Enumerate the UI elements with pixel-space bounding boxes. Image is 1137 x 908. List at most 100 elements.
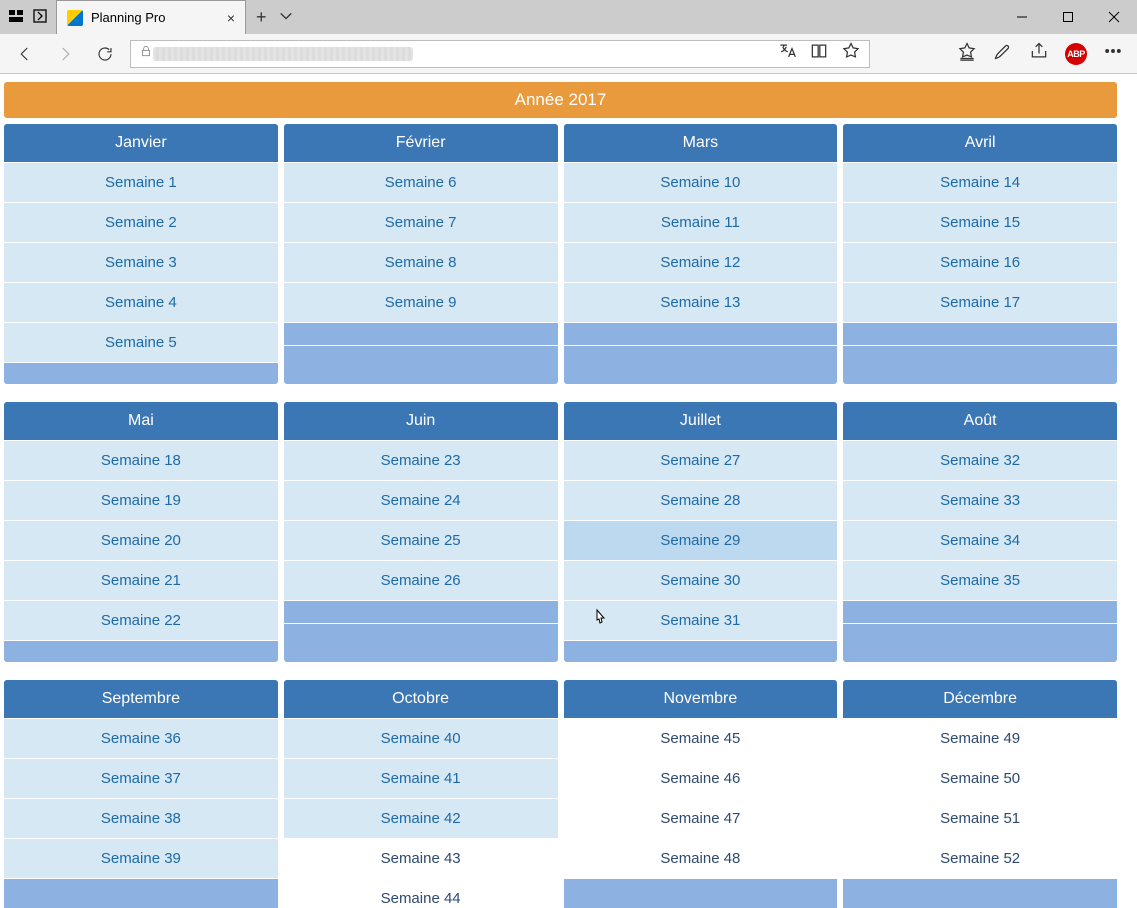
back-button[interactable] <box>10 39 40 69</box>
week-link[interactable]: Semaine 10 <box>564 162 838 202</box>
week-link[interactable]: Semaine 28 <box>564 480 838 520</box>
month-header: Décembre <box>843 680 1117 718</box>
week-link[interactable]: Semaine 30 <box>564 560 838 600</box>
week-link[interactable]: Semaine 12 <box>564 242 838 282</box>
week-link[interactable]: Semaine 14 <box>843 162 1117 202</box>
week-empty <box>4 878 278 901</box>
browser-tab-planning-pro[interactable]: Planning Pro × <box>56 0 246 34</box>
favorites-hub-icon[interactable] <box>957 41 977 66</box>
month-column: OctobreSemaine 40Semaine 41Semaine 42Sem… <box>284 680 558 908</box>
week-link[interactable]: Semaine 23 <box>284 440 558 480</box>
week-link[interactable]: Semaine 9 <box>284 282 558 322</box>
week-link[interactable]: Semaine 42 <box>284 798 558 838</box>
week-link: Semaine 43 <box>284 838 558 878</box>
week-empty <box>843 878 1117 901</box>
translate-icon[interactable] <box>777 41 797 66</box>
month-bottom-pad <box>284 345 558 367</box>
adblock-icon[interactable]: ABP <box>1065 43 1087 65</box>
more-icon[interactable] <box>1103 41 1123 66</box>
ink-icon[interactable] <box>993 41 1013 66</box>
month-bottom-pad <box>843 345 1117 367</box>
week-link[interactable]: Semaine 35 <box>843 560 1117 600</box>
month-column: JanvierSemaine 1Semaine 2Semaine 3Semain… <box>4 124 278 384</box>
week-link: Semaine 45 <box>564 718 838 758</box>
month-column: NovembreSemaine 45Semaine 46Semaine 47Se… <box>564 680 838 908</box>
week-link[interactable]: Semaine 29 <box>564 520 838 560</box>
week-link: Semaine 44 <box>284 878 558 908</box>
forward-button[interactable] <box>50 39 80 69</box>
taskview-icon[interactable] <box>8 8 24 27</box>
week-link[interactable]: Semaine 5 <box>4 322 278 362</box>
week-link[interactable]: Semaine 31 <box>564 600 838 640</box>
week-link[interactable]: Semaine 3 <box>4 242 278 282</box>
tabs-chevron-icon[interactable] <box>279 9 293 26</box>
new-tab-icon[interactable]: + <box>256 7 267 28</box>
week-link[interactable]: Semaine 26 <box>284 560 558 600</box>
week-link[interactable]: Semaine 6 <box>284 162 558 202</box>
reading-view-icon[interactable] <box>809 41 829 66</box>
month-column: JuinSemaine 23Semaine 24Semaine 25Semain… <box>284 402 558 662</box>
week-link[interactable]: Semaine 16 <box>843 242 1117 282</box>
week-link[interactable]: Semaine 24 <box>284 480 558 520</box>
week-link[interactable]: Semaine 7 <box>284 202 558 242</box>
month-header: Février <box>284 124 558 162</box>
week-link[interactable]: Semaine 41 <box>284 758 558 798</box>
week-link[interactable]: Semaine 8 <box>284 242 558 282</box>
week-link: Semaine 46 <box>564 758 838 798</box>
close-tab-icon[interactable]: × <box>227 10 235 26</box>
week-link[interactable]: Semaine 25 <box>284 520 558 560</box>
week-link[interactable]: Semaine 22 <box>4 600 278 640</box>
year-header: Année 2017 <box>4 82 1117 118</box>
month-bottom-pad <box>4 362 278 384</box>
lock-icon <box>139 44 153 63</box>
week-link[interactable]: Semaine 1 <box>4 162 278 202</box>
refresh-button[interactable] <box>90 39 120 69</box>
window-controls <box>999 0 1137 34</box>
close-button[interactable] <box>1091 0 1137 34</box>
month-column: FévrierSemaine 6Semaine 7Semaine 8Semain… <box>284 124 558 384</box>
week-empty <box>284 600 558 623</box>
week-link[interactable]: Semaine 38 <box>4 798 278 838</box>
minimize-button[interactable] <box>999 0 1045 34</box>
month-header: Octobre <box>284 680 558 718</box>
tab-title: Planning Pro <box>91 10 219 25</box>
week-link[interactable]: Semaine 17 <box>843 282 1117 322</box>
month-bottom-pad <box>564 345 838 367</box>
week-link[interactable]: Semaine 33 <box>843 480 1117 520</box>
week-link: Semaine 49 <box>843 718 1117 758</box>
week-link[interactable]: Semaine 13 <box>564 282 838 322</box>
month-header: Juillet <box>564 402 838 440</box>
month-column: MaiSemaine 18Semaine 19Semaine 20Semaine… <box>4 402 278 662</box>
week-link[interactable]: Semaine 4 <box>4 282 278 322</box>
week-link[interactable]: Semaine 21 <box>4 560 278 600</box>
week-link[interactable]: Semaine 34 <box>843 520 1117 560</box>
month-header: Mai <box>4 402 278 440</box>
week-link[interactable]: Semaine 2 <box>4 202 278 242</box>
week-link: Semaine 50 <box>843 758 1117 798</box>
month-header: Novembre <box>564 680 838 718</box>
week-link[interactable]: Semaine 18 <box>4 440 278 480</box>
week-link[interactable]: Semaine 39 <box>4 838 278 878</box>
maximize-button[interactable] <box>1045 0 1091 34</box>
month-bottom-pad <box>284 623 558 645</box>
setaside-icon[interactable] <box>32 8 48 27</box>
share-icon[interactable] <box>1029 41 1049 66</box>
week-link[interactable]: Semaine 19 <box>4 480 278 520</box>
month-bottom-pad <box>564 640 838 662</box>
month-column: AoûtSemaine 32Semaine 33Semaine 34Semain… <box>843 402 1117 662</box>
week-link[interactable]: Semaine 37 <box>4 758 278 798</box>
week-link[interactable]: Semaine 15 <box>843 202 1117 242</box>
week-link[interactable]: Semaine 20 <box>4 520 278 560</box>
week-link[interactable]: Semaine 36 <box>4 718 278 758</box>
address-bar[interactable] <box>130 40 870 68</box>
quarter-row: SeptembreSemaine 36Semaine 37Semaine 38S… <box>4 680 1117 908</box>
week-link[interactable]: Semaine 27 <box>564 440 838 480</box>
month-column: AvrilSemaine 14Semaine 15Semaine 16Semai… <box>843 124 1117 384</box>
month-header: Juin <box>284 402 558 440</box>
week-link[interactable]: Semaine 11 <box>564 202 838 242</box>
favorite-star-icon[interactable] <box>841 41 861 66</box>
url-obscured <box>153 47 413 61</box>
week-link[interactable]: Semaine 40 <box>284 718 558 758</box>
month-bottom-pad <box>843 623 1117 645</box>
week-link[interactable]: Semaine 32 <box>843 440 1117 480</box>
